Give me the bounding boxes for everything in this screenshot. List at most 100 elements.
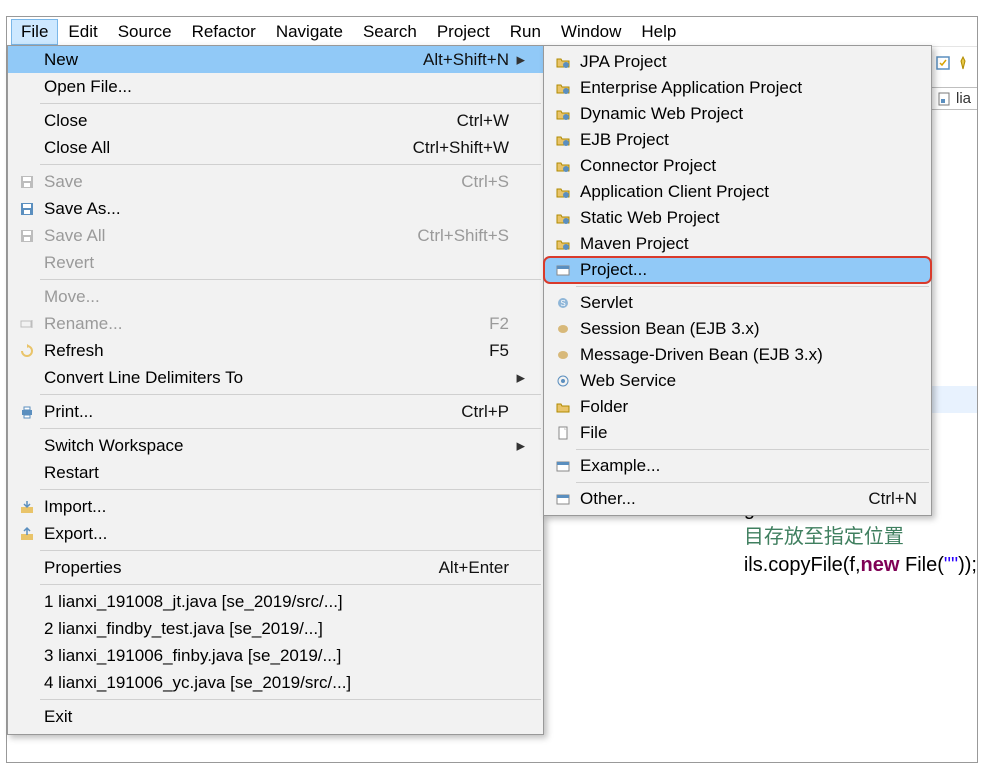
menu-item-label: Import... xyxy=(40,497,509,517)
menu-item-label: Connector Project xyxy=(576,156,917,176)
file-menu-item[interactable]: 3 lianxi_191006_finby.java [se_2019/...] xyxy=(8,642,543,669)
new-menu-item[interactable]: Maven Project xyxy=(544,231,931,257)
menu-item-label: Rename... xyxy=(40,314,489,334)
file-menu-item[interactable]: Print...Ctrl+P xyxy=(8,398,543,425)
code-frag: File( xyxy=(899,554,943,576)
new-menu-item[interactable]: Static Web Project xyxy=(544,205,931,231)
svg-text:S: S xyxy=(560,299,565,308)
file-menu-item[interactable]: Exit xyxy=(8,703,543,730)
menu-separator xyxy=(40,279,541,280)
menu-item-label: 3 lianxi_191006_finby.java [se_2019/...] xyxy=(40,646,509,666)
new-menu-item[interactable]: Project... xyxy=(544,257,931,283)
blank-icon xyxy=(19,52,35,68)
new-menu-item[interactable]: Other...Ctrl+N xyxy=(544,486,931,512)
bean-icon xyxy=(555,321,571,337)
menubar-item-project[interactable]: Project xyxy=(427,19,500,45)
file-menu-item[interactable]: 1 lianxi_191008_jt.java [se_2019/src/...… xyxy=(8,588,543,615)
menu-item-accel: Alt+Shift+N xyxy=(423,50,509,70)
menubar-item-edit[interactable]: Edit xyxy=(58,19,107,45)
file-menu-item[interactable]: Export... xyxy=(8,520,543,547)
new-menu-item[interactable]: Web Service xyxy=(544,368,931,394)
menu-separator xyxy=(40,699,541,700)
new-menu-item[interactable]: Session Bean (EJB 3.x) xyxy=(544,316,931,342)
new-menu-item[interactable]: Connector Project xyxy=(544,153,931,179)
file-menu-item[interactable]: Open File... xyxy=(8,73,543,100)
menu-separator xyxy=(40,489,541,490)
file-menu-item[interactable]: Convert Line Delimiters To▸ xyxy=(8,364,543,391)
menubar-item-run[interactable]: Run xyxy=(500,19,551,45)
code-frag: )); xyxy=(958,554,977,576)
new-menu-item[interactable]: File xyxy=(544,420,931,446)
menu-item-label: Example... xyxy=(576,456,917,476)
new-menu-item[interactable]: Dynamic Web Project xyxy=(544,101,931,127)
blank-icon xyxy=(19,79,35,95)
menu-separator xyxy=(40,428,541,429)
file-menu-item[interactable]: Restart xyxy=(8,459,543,486)
menu-item-label: Refresh xyxy=(40,341,489,361)
file-menu-item[interactable]: RefreshF5 xyxy=(8,337,543,364)
menu-item-label: Revert xyxy=(40,253,509,273)
menubar-item-navigate[interactable]: Navigate xyxy=(266,19,353,45)
file-menu-item[interactable]: Save As... xyxy=(8,195,543,222)
menubar-item-file[interactable]: File xyxy=(11,19,58,45)
servlet-icon: S xyxy=(555,295,571,311)
file-menu-item[interactable]: CloseCtrl+W xyxy=(8,107,543,134)
menu-item-label: EJB Project xyxy=(576,130,917,150)
file-menu-item[interactable]: Switch Workspace▸ xyxy=(8,432,543,459)
editor-tab-label: lia xyxy=(956,90,971,107)
new-menu-item[interactable]: Message-Driven Bean (EJB 3.x) xyxy=(544,342,931,368)
file-menu-item[interactable]: NewAlt+Shift+N▸ xyxy=(8,46,543,73)
editor-tab[interactable]: lia xyxy=(931,87,977,110)
file-menu-item: Move... xyxy=(8,283,543,310)
toolbar-right xyxy=(929,47,977,79)
menu-item-label: Save All xyxy=(40,226,417,246)
new-menu-item[interactable]: Enterprise Application Project xyxy=(544,75,931,101)
menu-item-accel: Ctrl+Shift+W xyxy=(413,138,509,158)
pin-icon[interactable] xyxy=(955,55,971,71)
menubar-item-search[interactable]: Search xyxy=(353,19,427,45)
menu-item-accel: Ctrl+W xyxy=(457,111,509,131)
file-menu-item[interactable]: 2 lianxi_findby_test.java [se_2019/...] xyxy=(8,615,543,642)
menu-item-label: 2 lianxi_findby_test.java [se_2019/...] xyxy=(40,619,509,639)
file-menu-item[interactable]: 4 lianxi_191006_yc.java [se_2019/src/...… xyxy=(8,669,543,696)
menu-item-accel: Ctrl+P xyxy=(461,402,509,422)
menu-item-accel: Ctrl+Shift+S xyxy=(417,226,509,246)
menu-item-label: File xyxy=(576,423,917,443)
menubar-item-source[interactable]: Source xyxy=(108,19,182,45)
menu-separator xyxy=(576,482,929,483)
menu-item-label: Maven Project xyxy=(576,234,917,254)
menu-item-label: Print... xyxy=(40,402,461,422)
menu-item-label: New xyxy=(40,50,423,70)
menu-item-accel: F2 xyxy=(489,314,509,334)
file-menu-item: Save AllCtrl+Shift+S xyxy=(8,222,543,249)
menu-item-label: Close All xyxy=(40,138,413,158)
new-menu-item[interactable]: SServlet xyxy=(544,290,931,316)
menu-item-accel: Ctrl+N xyxy=(868,489,917,509)
menu-item-label: Save xyxy=(40,172,461,192)
new-menu-item[interactable]: Example... xyxy=(544,453,931,479)
menu-separator xyxy=(40,164,541,165)
submenu-arrow-icon: ▸ xyxy=(509,368,525,388)
menubar-item-refactor[interactable]: Refactor xyxy=(182,19,266,45)
menubar-item-help[interactable]: Help xyxy=(631,19,686,45)
new-menu-item[interactable]: JPA Project xyxy=(544,49,931,75)
file-menu-item[interactable]: Import... xyxy=(8,493,543,520)
menu-item-label: Move... xyxy=(40,287,509,307)
new-menu-item[interactable]: Application Client Project xyxy=(544,179,931,205)
file-menu-item[interactable]: PropertiesAlt+Enter xyxy=(8,554,543,581)
menu-item-label: Enterprise Application Project xyxy=(576,78,917,98)
bean-icon xyxy=(555,347,571,363)
code-frag: ils.copyFile(f, xyxy=(744,554,861,576)
menu-separator xyxy=(576,449,929,450)
menu-item-label: Folder xyxy=(576,397,917,417)
quick-access-icon[interactable] xyxy=(935,55,951,71)
new-menu-item[interactable]: EJB Project xyxy=(544,127,931,153)
saveas-icon xyxy=(19,201,35,217)
code-frag: 目存放至指定位置 xyxy=(744,526,904,548)
menubar: FileEditSourceRefactorNavigateSearchProj… xyxy=(7,17,977,47)
menubar-item-window[interactable]: Window xyxy=(551,19,631,45)
new-menu-item[interactable]: Folder xyxy=(544,394,931,420)
file-menu-item[interactable]: Close AllCtrl+Shift+W xyxy=(8,134,543,161)
menu-item-label: Session Bean (EJB 3.x) xyxy=(576,319,917,339)
save-icon xyxy=(19,174,35,190)
